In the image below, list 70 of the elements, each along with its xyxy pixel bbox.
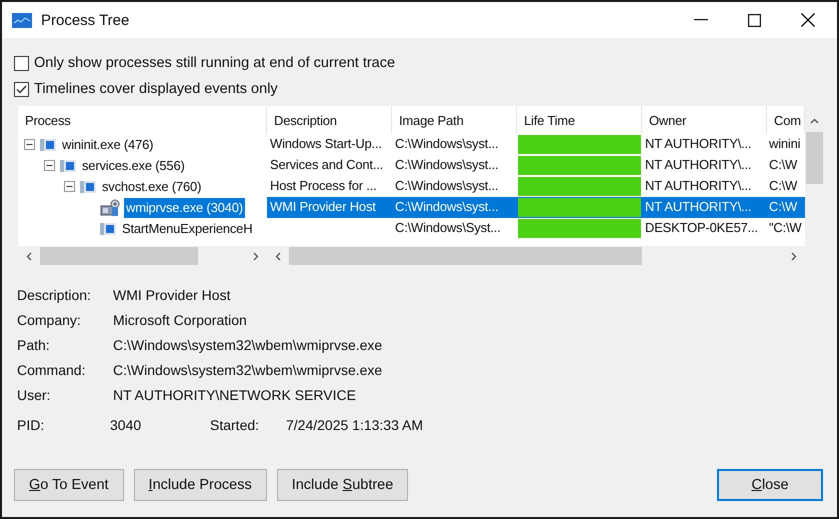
checkbox[interactable] (14, 56, 29, 70)
action-button[interactable]: Go To Event (14, 469, 124, 501)
window-icon (80, 180, 96, 192)
scrollbar-thumb[interactable] (289, 247, 642, 265)
field-label: User: (17, 386, 52, 402)
process-name[interactable]: services.exe (556) (80, 156, 187, 176)
action-button[interactable]: Include Process (134, 469, 267, 501)
field-value: NT AUTHORITY\NETWORK SERVICE (113, 386, 356, 402)
checkbox[interactable] (14, 82, 29, 96)
process-name[interactable]: wininit.exe (476) (60, 134, 156, 154)
table-cell-text: C:\W (768, 198, 798, 216)
table-cell-text: C:\Windows\syst... (394, 198, 500, 216)
collapse-icon[interactable] (44, 160, 55, 171)
field-label: PID: (17, 416, 46, 432)
table-cell-text: C:\W (768, 156, 798, 174)
gear-window-icon (100, 198, 120, 216)
window-icon (40, 138, 56, 150)
table-cell-text: "C:\W (768, 219, 802, 237)
scroll-left-icon[interactable] (26, 252, 32, 260)
table-cell-text: C:\W (768, 177, 798, 195)
field-value: C:\Windows\system32\wbem\wmiprvse.exe (113, 336, 382, 352)
table-cell-text: Windows Start-Up... (269, 135, 383, 153)
field-value: WMI Provider Host (113, 286, 230, 302)
field-value: 3040 (110, 416, 142, 432)
close-button[interactable]: Close (717, 469, 823, 501)
field-label: Description: (17, 286, 92, 302)
option-checkbox[interactable]: Only show processes still running at end of current trace (14, 50, 823, 76)
table-cell-text: C:\Windows\syst... (394, 156, 500, 174)
collapse-icon[interactable] (24, 139, 35, 150)
app-icon (12, 12, 32, 28)
field-value: Microsoft Corporation (113, 312, 247, 328)
field-label: Started: (210, 416, 260, 432)
action-button[interactable]: Include Subtree (276, 469, 408, 501)
scroll-right-icon[interactable] (253, 252, 259, 260)
scroll-right-icon[interactable] (791, 252, 797, 260)
maximize-icon[interactable] (748, 14, 761, 26)
scroll-up-icon[interactable] (810, 118, 818, 124)
column-header[interactable]: Image Path (392, 106, 517, 134)
scrollbar-thumb[interactable] (40, 247, 198, 265)
collapse-icon[interactable] (64, 181, 75, 192)
field-value: 7/24/2025 1:13:33 AM (286, 416, 423, 432)
process-name[interactable]: wmiprvse.exe (3040) (124, 198, 245, 218)
column-header[interactable]: Owner (642, 106, 767, 134)
field-value: C:\Windows\system32\wbem\wmiprvse.exe (113, 362, 382, 378)
table-cell-text: C:\Windows\syst... (394, 135, 500, 153)
process-name[interactable]: StartMenuExperienceH (120, 218, 254, 238)
table-cell-text: NT AUTHORITY\... (644, 156, 752, 174)
table-cell-text: C:\Windows\Syst... (394, 219, 502, 237)
process-name[interactable]: svchost.exe (760) (100, 176, 204, 196)
table-cell-text: C:\Windows\syst... (394, 177, 500, 195)
table-cell-text: NT AUTHORITY\... (644, 198, 752, 216)
close-icon[interactable] (801, 13, 815, 27)
scrollbar-thumb[interactable] (806, 132, 822, 184)
scroll-left-icon[interactable] (275, 252, 281, 260)
option-checkbox[interactable]: Timelines cover displayed events only (14, 76, 823, 102)
field-label: Command: (17, 362, 86, 378)
table-cell-text: Services and Cont... (269, 156, 384, 174)
column-header[interactable]: Description (267, 106, 392, 134)
window-title: Process Tree (41, 12, 130, 28)
table-cell-text: Host Process for ... (269, 177, 378, 195)
table-cell-text: DESKTOP-0KE57... (644, 219, 759, 237)
field-label: Path: (17, 336, 51, 352)
window-icon (100, 222, 116, 234)
table-cell-text: NT AUTHORITY\... (644, 135, 752, 153)
window-icon (60, 160, 76, 172)
minimize-icon[interactable] (694, 19, 708, 21)
field-label: Company: (17, 312, 82, 328)
table-cell-text: NT AUTHORITY\... (644, 177, 752, 195)
table-cell-text: WMI Provider Host (269, 198, 377, 216)
table-cell-text: winini (768, 135, 802, 153)
